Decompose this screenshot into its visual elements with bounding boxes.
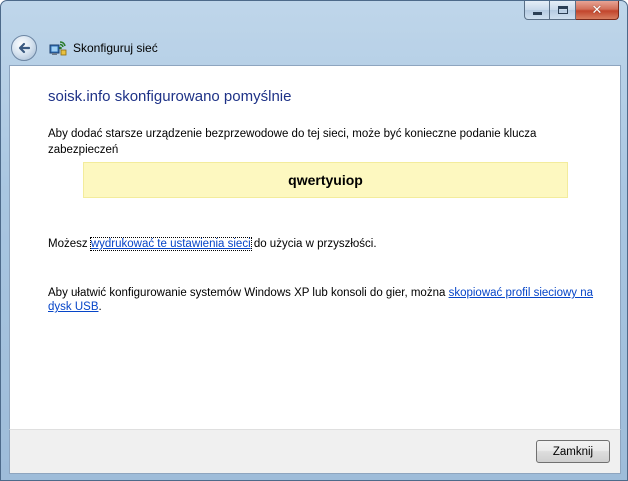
maximize-icon (557, 6, 568, 14)
window-frame: ✕ Skonfiguruj sieć soisk.info skonfiguro… (0, 0, 628, 481)
usb-suffix: . (98, 301, 102, 313)
close-icon: ✕ (591, 2, 603, 18)
page-heading: soisk.info skonfigurowano pomyślnie (48, 88, 292, 105)
wizard-header: Skonfiguruj sieć (9, 31, 621, 64)
close-window-button[interactable]: ✕ (576, 1, 619, 20)
print-settings-link[interactable]: wydrukować te ustawienia sieci (89, 237, 252, 251)
print-prefix: Możesz (48, 238, 91, 250)
minimize-icon (532, 11, 542, 15)
minimize-button[interactable] (524, 1, 550, 20)
back-arrow-icon (18, 42, 31, 53)
usb-prefix: Aby ułatwić konfigurowanie systemów Wind… (48, 287, 449, 299)
intro-text: Aby dodać starsze urządzenie bezprzewodo… (48, 128, 537, 156)
security-key-box: qwertyuiop (83, 162, 568, 198)
close-button[interactable]: Zamknij (536, 440, 610, 463)
usb-profile-text: Aby ułatwić konfigurowanie systemów Wind… (48, 286, 608, 314)
content-area: soisk.info skonfigurowano pomyślnie Aby … (9, 65, 621, 429)
security-key-value: qwertyuiop (288, 172, 363, 188)
window-title: Skonfiguruj sieć (73, 40, 158, 55)
back-button[interactable] (11, 34, 37, 61)
print-settings-text: Możesz wydrukować te ustawienia sieci do… (48, 237, 377, 251)
maximize-button[interactable] (550, 1, 576, 20)
network-setup-icon (49, 39, 67, 57)
footer-bar: Zamknij (9, 429, 621, 474)
print-suffix: do użycia w przyszłości. (250, 238, 377, 250)
caption-buttons: ✕ (524, 1, 619, 21)
